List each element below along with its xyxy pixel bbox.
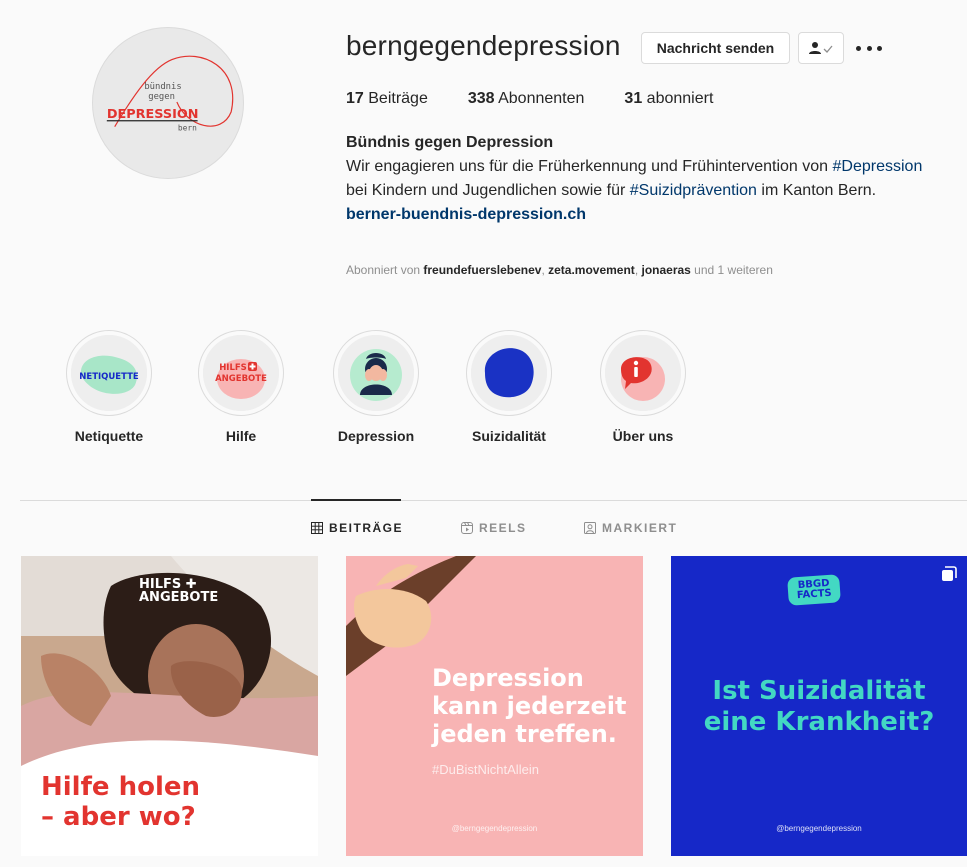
highlight-netiquette[interactable]: NETIQUETTE Netiquette	[54, 330, 164, 444]
post-badge: HILFS ✚ ANGEBOTE	[139, 577, 219, 605]
highlight-label: Hilfe	[225, 428, 257, 444]
highlight-suizidalitaet[interactable]: Suizidalität	[454, 330, 564, 444]
posts-count: 17	[346, 90, 364, 107]
followed-by-prefix: Abonniert von	[346, 263, 424, 277]
highlight-cover	[605, 335, 681, 411]
post-badge: BBGD FACTS	[787, 574, 841, 606]
message-button[interactable]: Nachricht senden	[641, 32, 790, 64]
logo-line2: gegen	[148, 92, 175, 102]
followed-by[interactable]: Abonniert von freundefuerslebenev, zeta.…	[346, 263, 773, 277]
profile-logo: bündnis gegen DEPRESSION bern	[107, 55, 234, 133]
active-tab-indicator	[311, 499, 401, 501]
tab-tagged[interactable]: MARKIERT	[584, 521, 677, 535]
tagged-icon	[584, 522, 596, 534]
followed-by-user[interactable]: zeta.movement	[548, 263, 635, 277]
followers-count: 338	[467, 90, 495, 107]
following-count: 31	[624, 90, 643, 107]
bio-website-link[interactable]: berner-buendnis-depression.ch	[346, 203, 936, 227]
carousel-icon	[942, 566, 957, 581]
bio-text: Wir engagieren uns für die Früherkennung…	[346, 155, 936, 203]
posts-label: Beiträge	[368, 90, 428, 107]
post-title-line1: Ist Suizidalität	[712, 676, 926, 706]
svg-text:NETIQUETTE: NETIQUETTE	[79, 372, 139, 382]
highlight-depression[interactable]: Depression	[321, 330, 431, 444]
followed-by-user[interactable]: jonaeras	[641, 263, 690, 277]
followers-label: Abonnenten	[498, 90, 585, 107]
post-title-line1: Depression	[432, 664, 584, 692]
post-title-line3: jeden treffen.	[432, 720, 617, 748]
following-stat[interactable]: 31 abonniert	[624, 90, 713, 108]
profile-stats: 17 Beiträge 338 Abonnenten 31 abonniert	[346, 90, 753, 108]
post-title: Depression kann jederzeit jeden treffen.	[432, 664, 626, 748]
story-highlights: NETIQUETTE Netiquette HILFS ANGEBOTE Hil…	[0, 330, 967, 450]
grid-icon	[311, 522, 323, 534]
svg-text:ANGEBOTE: ANGEBOTE	[215, 374, 267, 384]
following-label: abonniert	[646, 90, 714, 107]
highlight-label: Suizidalität	[472, 428, 546, 444]
highlight-hilfe[interactable]: HILFS ANGEBOTE Hilfe	[186, 330, 296, 444]
highlight-ueber-uns[interactable]: Über uns	[588, 330, 698, 444]
reels-icon	[461, 522, 473, 534]
post-handle: @berngegendepression	[776, 824, 862, 833]
bio-text-part3: im Kanton Bern.	[756, 182, 877, 199]
following-button[interactable]	[798, 32, 844, 64]
highlight-label: Netiquette	[74, 428, 144, 444]
profile-avatar[interactable]: bündnis gegen DEPRESSION bern	[92, 27, 244, 179]
followers-stat[interactable]: 338 Abonnenten	[468, 90, 585, 108]
post-caption-line2: – aber wo?	[41, 802, 196, 832]
tab-reels[interactable]: REELS	[461, 521, 527, 535]
tabs-divider	[20, 500, 967, 501]
highlight-cover	[471, 335, 547, 411]
post-title-line2: eine Krankheit?	[703, 707, 935, 737]
logo-line4: bern	[178, 124, 197, 133]
hashtag-depression[interactable]: #Depression	[833, 158, 923, 175]
post-badge-line2: FACTS	[796, 587, 833, 602]
tab-reels-label: REELS	[479, 521, 527, 535]
tab-posts[interactable]: BEITRÄGE	[311, 521, 403, 535]
post-thumbnail[interactable]: BBGD FACTS Ist Suizidalität eine Krankhei…	[671, 556, 967, 856]
post-badge-line2: ANGEBOTE	[139, 590, 219, 605]
followed-by-user[interactable]: freundefuerslebenev	[423, 263, 541, 277]
hashtag-suizidpraevention[interactable]: #Suizidprävention	[630, 182, 757, 199]
more-options-icon[interactable]	[856, 38, 882, 58]
post-title: Ist Suizidalität eine Krankheit?	[671, 676, 967, 738]
bio-text-part1: Wir engagieren uns für die Früherkennung…	[346, 158, 833, 175]
bio-text-part2: bei Kindern und Jugendlichen sowie für	[346, 182, 630, 199]
svg-text:HILFS: HILFS	[219, 363, 247, 373]
posts-stat[interactable]: 17 Beiträge	[346, 90, 428, 108]
post-caption-line1: Hilfe holen	[41, 772, 201, 802]
post-title-line2: kann jederzeit	[432, 692, 627, 720]
logo-line3: DEPRESSION	[107, 107, 199, 122]
highlight-label: Depression	[337, 428, 415, 444]
post-thumbnail[interactable]: Depression kann jederzeit jeden treffen.…	[346, 556, 643, 856]
profile-bio: Bündnis gegen Depression Wir engagieren …	[346, 131, 936, 227]
tab-posts-label: BEITRÄGE	[329, 521, 404, 535]
post-hashtag: #DuBistNichtAllein	[432, 762, 539, 777]
post-handle: @berngegendepression	[451, 824, 538, 833]
highlight-cover	[338, 335, 414, 411]
highlight-label: Über uns	[612, 428, 674, 444]
post-thumbnail[interactable]: HILFS ✚ ANGEBOTE Hilfe holen – aber wo?	[21, 556, 318, 856]
post-caption: Hilfe holen – aber wo?	[41, 772, 200, 832]
logo-line1: bündnis	[144, 82, 181, 92]
profile-username: berngegendepression	[346, 30, 621, 61]
followed-by-suffix: und 1 weiteren	[690, 263, 773, 277]
highlight-cover: NETIQUETTE	[71, 335, 147, 411]
person-check-icon	[809, 42, 833, 54]
highlight-cover: HILFS ANGEBOTE	[203, 335, 279, 411]
tab-tagged-label: MARKIERT	[602, 521, 678, 535]
bio-name: Bündnis gegen Depression	[346, 134, 554, 151]
